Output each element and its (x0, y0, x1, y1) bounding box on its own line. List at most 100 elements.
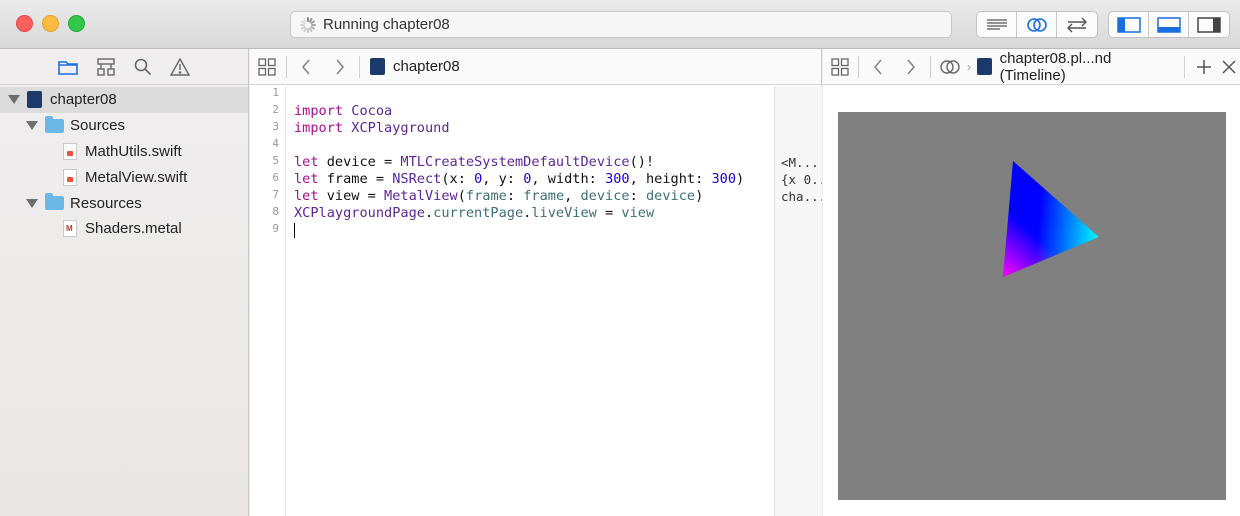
close-window-button[interactable] (16, 15, 33, 32)
editor-mode-group (976, 11, 1098, 38)
tree-row-file[interactable]: MetalView.swift (0, 164, 248, 190)
folder-name: Resources (70, 194, 142, 212)
folder-icon (45, 115, 64, 133)
close-icon (1222, 59, 1236, 74)
minimize-window-button[interactable] (42, 15, 59, 32)
grid-icon (258, 57, 276, 76)
line-number: 2 (272, 103, 279, 116)
related-items-button[interactable] (256, 57, 278, 76)
code-text-area[interactable]: import Cocoa import XCPlayground let devic… (294, 86, 744, 239)
code-line[interactable]: let view = MetalView(frame: frame, devic… (294, 188, 744, 205)
utilities-toggle-icon (1197, 16, 1221, 33)
rendered-triangle (1003, 161, 1099, 277)
path-separator-icon: › (967, 59, 972, 74)
code-line[interactable] (294, 86, 744, 103)
project-navigator: chapter08 Sources MathUtils.swift MetalV… (0, 49, 249, 516)
title-bar: Running chapter08 (0, 0, 1240, 49)
code-line[interactable]: let frame = NSRect(x: 0, y: 0, width: 30… (294, 171, 744, 188)
assistant-editor: › chapter08.pl...nd (Timeline) (823, 49, 1240, 516)
line-number: 7 (272, 188, 279, 201)
editor-jump-bar: chapter08 (250, 49, 821, 85)
folder-icon[interactable] (58, 59, 78, 75)
result-value[interactable]: cha... (781, 188, 822, 205)
assistant-editor-icon (1026, 17, 1047, 32)
file-name: Shaders.metal (85, 220, 182, 238)
assistant-editor-icon (940, 59, 960, 74)
close-assistant-button[interactable] (1219, 59, 1240, 74)
back-button[interactable] (867, 58, 888, 76)
warning-icon[interactable] (170, 57, 190, 76)
version-editor-button[interactable] (1057, 12, 1097, 37)
code-line[interactable] (294, 137, 744, 154)
code-line[interactable]: XCPlaygroundPage.currentPage.liveView = … (294, 205, 744, 222)
back-button[interactable] (295, 58, 317, 76)
plus-icon (1196, 59, 1211, 74)
tree-row-resources[interactable]: Resources (0, 190, 248, 216)
disclosure-triangle-icon[interactable] (26, 121, 38, 131)
navigator-tabs (0, 49, 248, 85)
swift-file-icon (63, 142, 77, 160)
code-line[interactable] (294, 222, 744, 239)
tree-row-file[interactable]: Shaders.metal (0, 216, 248, 242)
line-number: 8 (272, 205, 279, 218)
add-assistant-button[interactable] (1193, 59, 1214, 75)
line-number-gutter: 1 2 3 4 5 6 7 8 9 (250, 86, 286, 516)
related-items-button[interactable] (829, 57, 850, 76)
chevron-right-icon (907, 58, 916, 75)
chevron-left-icon (873, 58, 882, 75)
line-number: 9 (272, 222, 279, 235)
disclosure-triangle-icon[interactable] (8, 95, 20, 105)
file-name: MetalView.swift (85, 168, 188, 186)
results-sidebar: <M... {x 0... cha... (774, 86, 822, 516)
tree-row-file[interactable]: MathUtils.swift (0, 139, 248, 165)
utilities-toggle-button[interactable] (1189, 12, 1229, 37)
debug-area-toggle-button[interactable] (1149, 12, 1189, 37)
standard-editor-button[interactable] (977, 12, 1017, 37)
assistant-file-title[interactable]: chapter08.pl...nd (Timeline) (1000, 50, 1177, 84)
chevron-right-icon (336, 58, 345, 75)
forward-button[interactable] (901, 58, 922, 76)
code-line[interactable]: let device = MTLCreateSystemDefaultDevic… (294, 154, 744, 171)
tree-row-project[interactable]: chapter08 (0, 87, 248, 113)
project-name: chapter08 (50, 91, 117, 109)
search-icon[interactable] (134, 58, 152, 76)
folder-name: Sources (70, 117, 126, 135)
result-value[interactable]: {x 0... (781, 171, 822, 188)
forward-button[interactable] (329, 58, 351, 76)
playground-icon (27, 91, 42, 109)
disclosure-triangle-icon[interactable] (26, 198, 38, 208)
playground-icon (977, 58, 992, 75)
navigator-toggle-icon (1116, 16, 1141, 33)
line-number: 6 (272, 171, 279, 184)
spinner-icon (299, 16, 317, 34)
assistant-editor-button[interactable] (1017, 12, 1057, 37)
text-cursor (294, 222, 295, 238)
assistant-jump-bar: › chapter08.pl...nd (Timeline) (823, 49, 1240, 85)
zoom-window-button[interactable] (68, 15, 85, 32)
live-view[interactable] (838, 112, 1226, 500)
line-number: 4 (272, 137, 279, 150)
assistant-mode-button[interactable] (939, 58, 961, 76)
swift-file-icon (63, 168, 77, 186)
grid-icon (831, 57, 849, 76)
code-line[interactable]: import Cocoa (294, 103, 744, 120)
tree-row-sources[interactable]: Sources (0, 113, 248, 139)
activity-status: Running chapter08 (290, 11, 952, 38)
status-text: Running chapter08 (323, 16, 450, 33)
debug-area-toggle-icon (1156, 16, 1181, 33)
line-number: 1 (272, 86, 279, 99)
navigator-toggle-button[interactable] (1109, 12, 1149, 37)
file-name: MathUtils.swift (85, 142, 182, 160)
version-editor-icon (1067, 17, 1087, 32)
code-line[interactable]: import XCPlayground (294, 120, 744, 137)
file-tree: chapter08 Sources MathUtils.swift MetalV… (0, 85, 248, 242)
line-number: 3 (272, 120, 279, 133)
playground-icon (370, 58, 385, 75)
symbol-navigator-icon[interactable] (96, 57, 116, 76)
source-editor: chapter08 1 2 3 4 5 6 7 8 9 import Cocoa… (250, 49, 822, 516)
folder-icon (45, 193, 64, 211)
result-value[interactable]: <M... (781, 154, 822, 171)
editor-file-title[interactable]: chapter08 (393, 58, 460, 75)
metal-file-icon (63, 220, 77, 238)
standard-editor-icon (986, 18, 1007, 30)
